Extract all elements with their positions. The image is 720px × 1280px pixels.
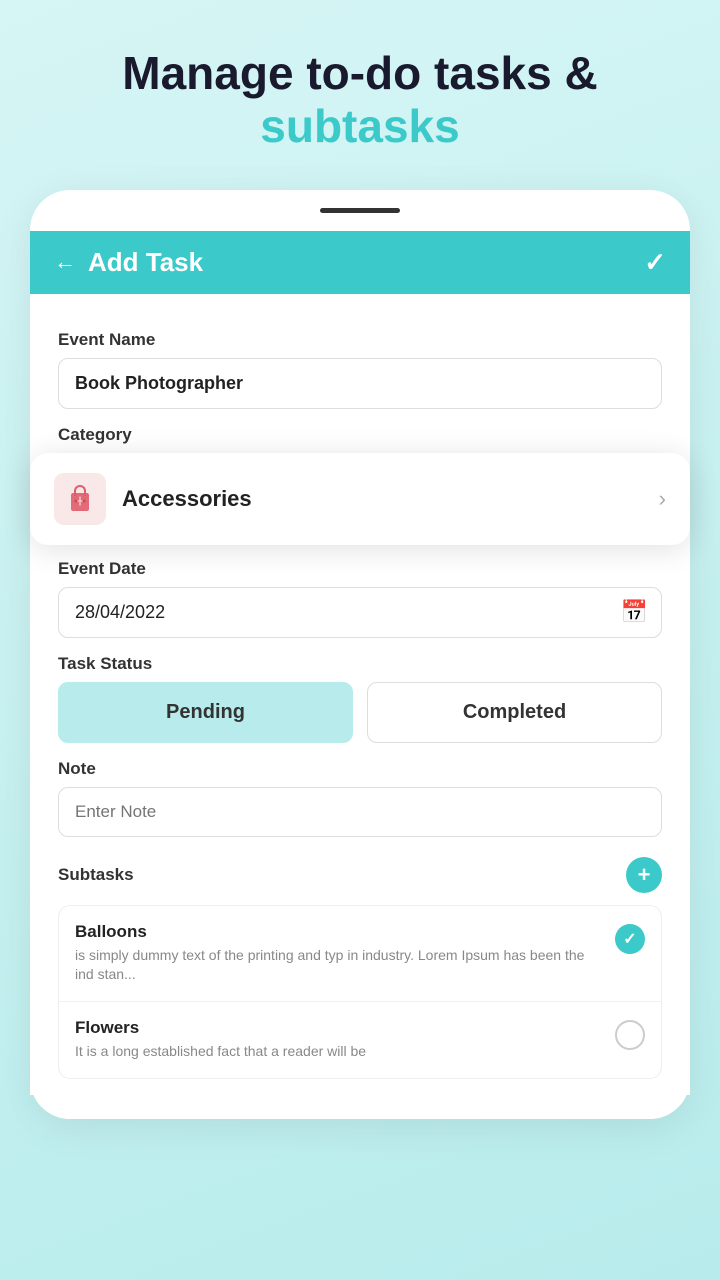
task-status-label: Task Status [58,654,662,674]
event-name-label: Event Name [58,330,662,350]
bag-icon [54,473,106,525]
subtasks-header: Subtasks + [58,857,662,893]
subtask-unchecked-icon[interactable] [615,1020,645,1050]
subtask-name: Flowers [75,1018,601,1038]
phone-handle [320,208,400,213]
form-content: Event Name Category Accessories [30,294,690,1095]
category-left: Accessories [54,473,252,525]
subtask-checked-icon[interactable]: ✓ [615,924,645,954]
event-date-input[interactable] [58,587,662,638]
confirm-button[interactable]: ✓ [644,247,666,278]
date-input-wrap: 📅 [58,587,662,638]
add-subtask-button[interactable]: + [626,857,662,893]
note-label: Note [58,759,662,779]
chevron-right-icon: › [659,486,666,512]
back-button[interactable]: ← [54,249,76,275]
subtasks-list: Balloons is simply dummy text of the prin… [58,905,662,1079]
event-name-input[interactable] [58,358,662,409]
status-pending-button[interactable]: Pending [58,682,353,743]
calendar-icon[interactable]: 📅 [621,599,648,625]
subtasks-label: Subtasks [58,865,134,885]
subtask-desc: is simply dummy text of the printing and… [75,946,601,985]
event-date-label: Event Date [58,559,662,579]
category-dropdown[interactable]: Accessories › [30,453,690,545]
note-input[interactable] [58,787,662,837]
subtask-desc: It is a long established fact that a rea… [75,1042,601,1062]
page-header: Manage to-do tasks & subtasks [0,0,720,190]
category-row: Accessories › [58,453,662,543]
header-title-line1: Manage to-do tasks & [40,48,680,99]
subtask-item: Balloons is simply dummy text of the prin… [59,906,661,1002]
header-title-line2: subtasks [40,99,680,154]
subtask-name: Balloons [75,922,601,942]
category-label: Category [58,425,662,445]
status-completed-button[interactable]: Completed [367,682,662,743]
category-value: Accessories [122,486,252,512]
top-bar-title: Add Task [88,247,203,278]
subtask-item: Flowers It is a long established fact tha… [59,1002,661,1078]
top-bar-left: ← Add Task [54,247,203,278]
status-row: Pending Completed [58,682,662,743]
phone-card: ← Add Task ✓ Event Name Category [30,190,690,1119]
top-bar: ← Add Task ✓ [30,231,690,294]
